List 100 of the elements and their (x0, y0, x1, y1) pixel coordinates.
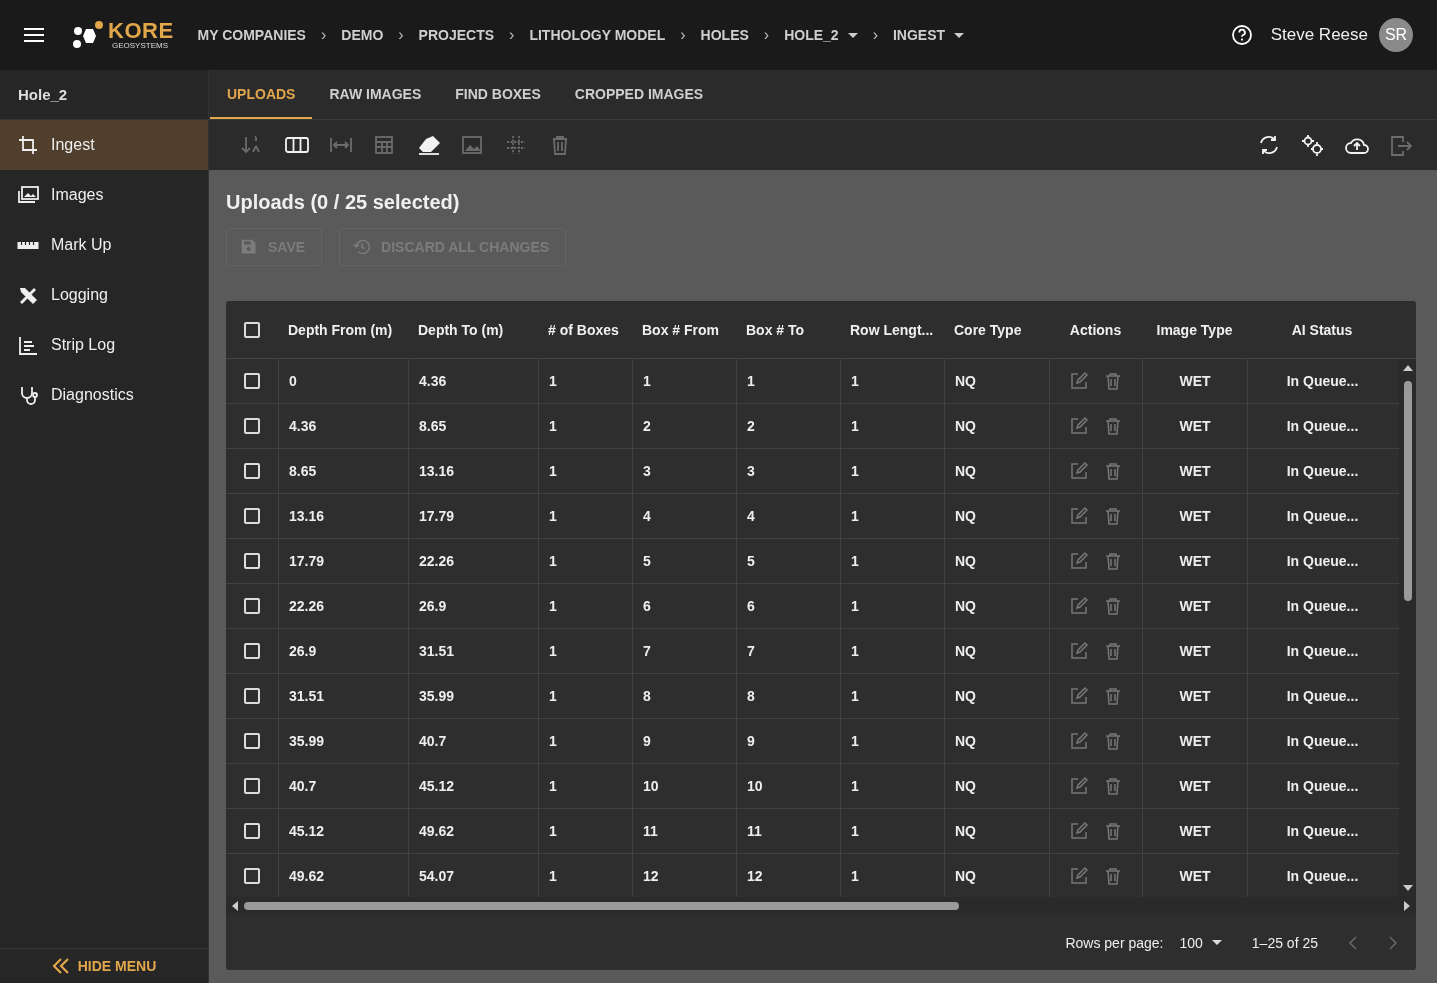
table-cell: 1 (851, 463, 859, 479)
edit-icon[interactable] (1069, 551, 1089, 571)
help-icon[interactable] (1230, 24, 1253, 46)
breadcrumb-link[interactable]: INGEST (892, 27, 965, 43)
sidebar-item[interactable]: Strip Log (0, 320, 208, 370)
table-cell: 1 (851, 823, 859, 839)
table-cell: 17.79 (419, 508, 455, 524)
refresh-icon[interactable] (1257, 134, 1281, 156)
table-cell: 1 (549, 868, 557, 884)
table-cell: 35.99 (419, 688, 455, 704)
menu-icon[interactable] (24, 27, 44, 43)
checkbox[interactable] (244, 463, 260, 479)
edit-icon[interactable] (1069, 866, 1089, 886)
table-cell: 1 (549, 463, 557, 479)
table-cell: 13.16 (419, 463, 455, 479)
column-header[interactable]: AI Status (1247, 301, 1397, 358)
table-cell: NQ (955, 418, 976, 434)
horizontal-scrollbar[interactable] (226, 897, 1416, 915)
edit-icon[interactable] (1069, 731, 1089, 751)
table-cell: 5 (643, 553, 651, 569)
checkbox[interactable] (244, 733, 260, 749)
sidebar-item[interactable]: Diagnostics (0, 370, 208, 420)
checkbox[interactable] (244, 553, 260, 569)
checkbox[interactable] (244, 373, 260, 389)
trash-icon[interactable] (1103, 371, 1123, 391)
breadcrumb-link[interactable]: LITHOLOGY MODEL (529, 27, 666, 43)
trash-icon[interactable] (1103, 776, 1123, 796)
column-header[interactable]: # of Boxes (538, 301, 632, 358)
breadcrumb-link[interactable]: HOLE_2 (784, 27, 858, 43)
checkbox[interactable] (244, 598, 260, 614)
trash-icon[interactable] (1103, 416, 1123, 436)
column-header[interactable]: Box # To (736, 301, 840, 358)
tab[interactable]: FIND BOXES (438, 70, 558, 119)
chart-lines-icon (17, 334, 39, 356)
vertical-scrollbar[interactable] (1399, 359, 1416, 897)
sidebar-item[interactable]: Mark Up (0, 220, 208, 270)
edit-icon[interactable] (1069, 596, 1089, 616)
tab[interactable]: CROPPED IMAGES (557, 70, 721, 119)
breadcrumb-link[interactable]: DEMO (341, 27, 384, 43)
table-cell: NQ (955, 868, 976, 884)
edit-icon[interactable] (1069, 641, 1089, 661)
checkbox[interactable] (244, 823, 260, 839)
table-cell: WET (1179, 688, 1211, 704)
checkbox[interactable] (244, 321, 260, 338)
checkbox[interactable] (244, 643, 260, 659)
checkbox[interactable] (244, 508, 260, 524)
trash-icon[interactable] (1103, 866, 1123, 886)
trash-icon[interactable] (1103, 641, 1123, 661)
column-header[interactable]: Actions (1049, 301, 1142, 358)
sidebar-item[interactable]: Images (0, 170, 208, 220)
trash-icon[interactable] (1103, 551, 1123, 571)
column-header[interactable]: Box # From (632, 301, 736, 358)
table-cell: 49.62 (419, 823, 455, 839)
edit-icon[interactable] (1069, 371, 1089, 391)
column-header[interactable]: Row Lengt... (840, 301, 944, 358)
table-cell: WET (1179, 643, 1211, 659)
hide-menu-button[interactable]: HIDE MENU (47, 955, 161, 977)
table-cell: 31.51 (289, 688, 325, 704)
trash-icon[interactable] (1103, 596, 1123, 616)
columns-icon[interactable] (285, 134, 309, 156)
settings-icon[interactable] (1301, 134, 1325, 156)
table-cell: WET (1179, 373, 1211, 389)
previous-page-icon[interactable] (1348, 934, 1358, 951)
table-cell: 1 (747, 373, 755, 389)
sidebar-item[interactable]: Logging (0, 270, 208, 320)
breadcrumb-separator: › (763, 26, 770, 44)
edit-icon[interactable] (1069, 776, 1089, 796)
trash-icon[interactable] (1103, 821, 1123, 841)
breadcrumb-link[interactable]: MY COMPANIES (197, 27, 306, 43)
breadcrumb-link[interactable]: PROJECTS (418, 27, 495, 43)
checkbox[interactable] (244, 418, 260, 434)
edit-icon[interactable] (1069, 461, 1089, 481)
edit-icon[interactable] (1069, 686, 1089, 706)
table-cell: 22.26 (289, 598, 325, 614)
trash-icon[interactable] (1103, 506, 1123, 526)
trash-icon[interactable] (1103, 731, 1123, 751)
table-cell: 45.12 (419, 778, 455, 794)
column-header[interactable]: Depth From (m) (278, 301, 408, 358)
table-cell: WET (1179, 598, 1211, 614)
checkbox[interactable] (244, 868, 260, 884)
eraser-icon[interactable] (417, 134, 441, 156)
checkbox[interactable] (244, 778, 260, 794)
column-header[interactable]: Image Type (1142, 301, 1247, 358)
table-cell: In Queue... (1286, 868, 1359, 884)
checkbox[interactable] (244, 688, 260, 704)
edit-icon[interactable] (1069, 506, 1089, 526)
column-header[interactable]: Depth To (m) (408, 301, 538, 358)
edit-icon[interactable] (1069, 821, 1089, 841)
sidebar-item[interactable]: Ingest (0, 120, 208, 170)
breadcrumb-link[interactable]: HOLES (700, 27, 749, 43)
table-cell: In Queue... (1286, 598, 1359, 614)
table-cell: 49.62 (289, 868, 325, 884)
column-header[interactable]: Core Type (944, 301, 1049, 358)
trash-icon[interactable] (1103, 461, 1123, 481)
edit-icon[interactable] (1069, 416, 1089, 436)
trash-icon[interactable] (1103, 686, 1123, 706)
rows-per-page-select[interactable]: 100 (1179, 934, 1222, 951)
tab[interactable]: RAW IMAGES (312, 70, 439, 119)
next-page-icon[interactable] (1388, 934, 1398, 951)
table-cell: In Queue... (1286, 778, 1359, 794)
